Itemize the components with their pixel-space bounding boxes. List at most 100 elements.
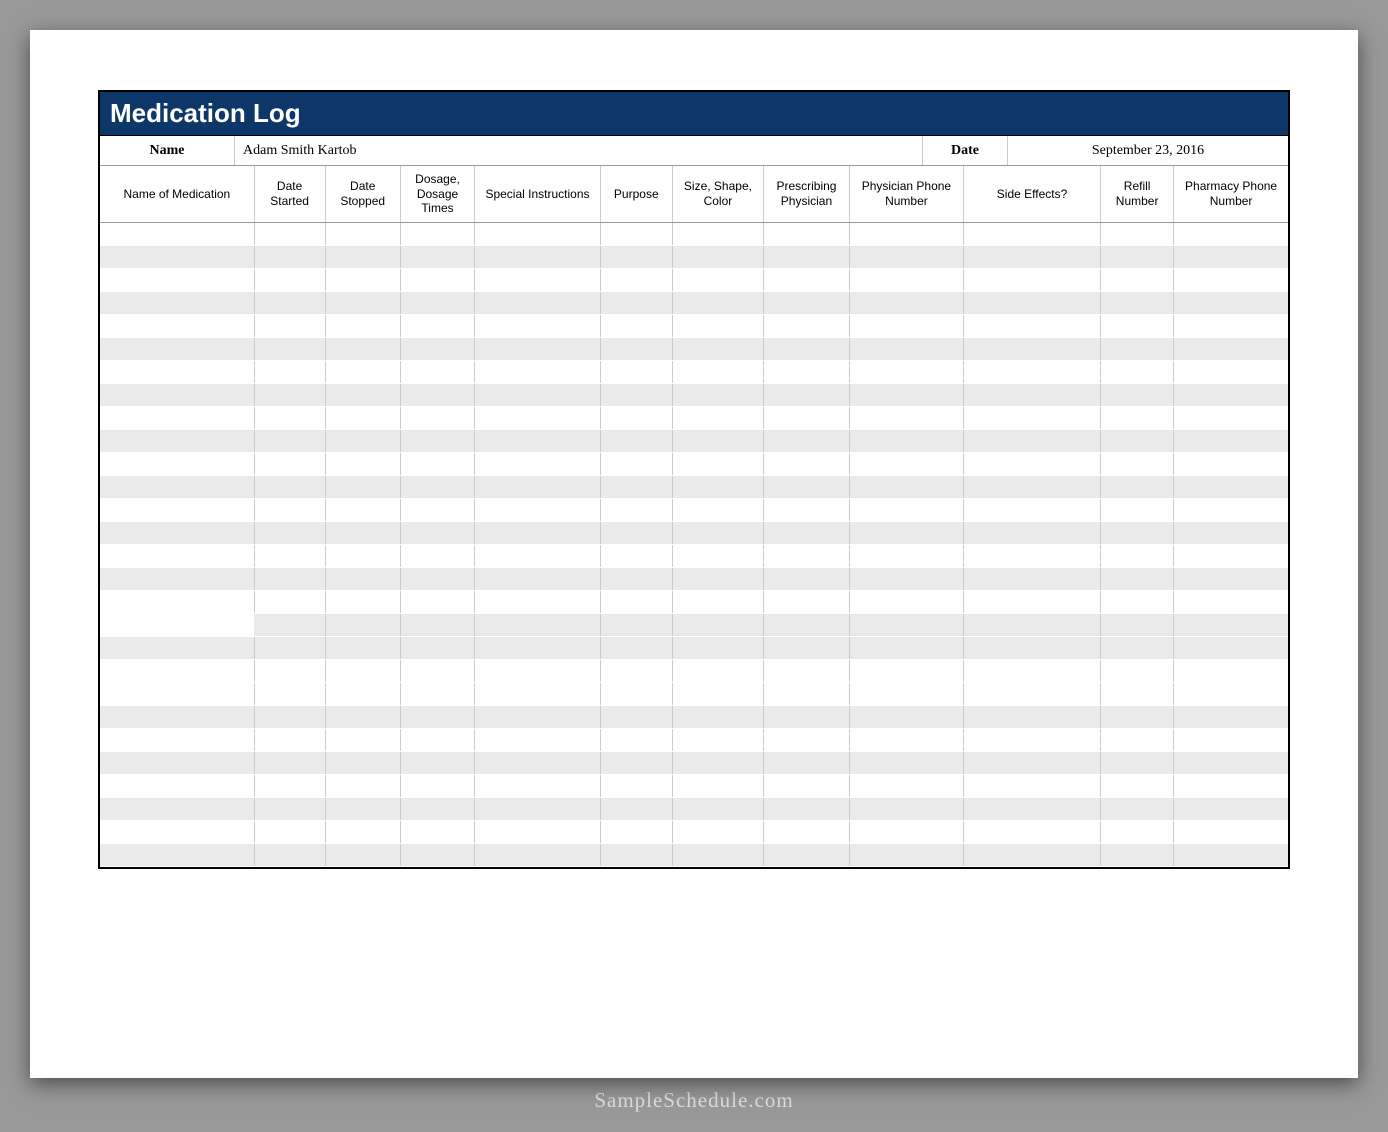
table-cell bbox=[1101, 291, 1174, 314]
table-cell bbox=[400, 452, 474, 475]
table-cell bbox=[475, 222, 601, 245]
table-cell bbox=[849, 613, 963, 636]
table-cell bbox=[1174, 613, 1288, 636]
table-cell bbox=[964, 498, 1101, 521]
table-cell bbox=[600, 498, 672, 521]
table-cell bbox=[1101, 498, 1174, 521]
table-cell bbox=[764, 682, 850, 705]
col-header-size: Size, Shape, Color bbox=[672, 166, 763, 222]
table-cell bbox=[254, 544, 325, 567]
table-cell bbox=[600, 268, 672, 291]
table-cell bbox=[325, 291, 400, 314]
table-row bbox=[100, 268, 1288, 291]
table-cell bbox=[325, 452, 400, 475]
table-cell bbox=[1101, 268, 1174, 291]
table-cell bbox=[672, 636, 763, 659]
table-cell bbox=[964, 406, 1101, 429]
table-cell bbox=[100, 613, 254, 636]
table-cell bbox=[849, 498, 963, 521]
table-cell bbox=[1174, 383, 1288, 406]
table-cell bbox=[964, 728, 1101, 751]
table-cell bbox=[254, 521, 325, 544]
table-row bbox=[100, 360, 1288, 383]
table-cell bbox=[254, 475, 325, 498]
table-cell bbox=[600, 797, 672, 820]
table-cell bbox=[849, 268, 963, 291]
table-cell bbox=[325, 751, 400, 774]
table-cell bbox=[475, 590, 601, 613]
table-cell bbox=[100, 544, 254, 567]
table-cell bbox=[325, 360, 400, 383]
table-cell bbox=[600, 636, 672, 659]
table-cell bbox=[1174, 245, 1288, 268]
table-cell bbox=[475, 820, 601, 843]
table-cell bbox=[1174, 406, 1288, 429]
table-cell bbox=[1101, 797, 1174, 820]
table-cell bbox=[1101, 452, 1174, 475]
table-cell bbox=[764, 659, 850, 682]
table-cell bbox=[764, 475, 850, 498]
table-cell bbox=[325, 590, 400, 613]
table-cell bbox=[672, 682, 763, 705]
table-cell bbox=[100, 406, 254, 429]
table-cell bbox=[400, 682, 474, 705]
table-row bbox=[100, 521, 1288, 544]
table-cell bbox=[100, 337, 254, 360]
table-cell bbox=[400, 728, 474, 751]
table-cell bbox=[764, 429, 850, 452]
table-cell bbox=[964, 774, 1101, 797]
table-cell bbox=[475, 498, 601, 521]
table-cell bbox=[1174, 567, 1288, 590]
table-cell bbox=[100, 797, 254, 820]
table-cell bbox=[764, 406, 850, 429]
table-cell bbox=[1174, 475, 1288, 498]
table-cell bbox=[672, 222, 763, 245]
table-cell bbox=[764, 728, 850, 751]
table-cell bbox=[1101, 521, 1174, 544]
table-cell bbox=[1174, 797, 1288, 820]
table-cell bbox=[672, 521, 763, 544]
table-cell bbox=[400, 636, 474, 659]
table-cell bbox=[849, 360, 963, 383]
table-cell bbox=[672, 590, 763, 613]
table-cell bbox=[600, 452, 672, 475]
table-cell bbox=[475, 245, 601, 268]
table-cell bbox=[254, 751, 325, 774]
table-cell bbox=[672, 843, 763, 866]
table-cell bbox=[1174, 544, 1288, 567]
table-cell bbox=[672, 268, 763, 291]
table-cell bbox=[672, 337, 763, 360]
table-row bbox=[100, 222, 1288, 245]
medication-log-container: Medication Log Name Adam Smith Kartob Da… bbox=[98, 90, 1290, 869]
table-cell bbox=[964, 567, 1101, 590]
table-cell bbox=[100, 314, 254, 337]
table-cell bbox=[849, 682, 963, 705]
table-row bbox=[100, 843, 1288, 866]
table-cell bbox=[964, 705, 1101, 728]
table-cell bbox=[964, 659, 1101, 682]
table-cell bbox=[849, 590, 963, 613]
table-cell bbox=[1174, 429, 1288, 452]
table-cell bbox=[1101, 590, 1174, 613]
table-cell bbox=[254, 682, 325, 705]
table-cell bbox=[764, 452, 850, 475]
table-cell bbox=[100, 820, 254, 843]
table-cell bbox=[100, 360, 254, 383]
table-cell bbox=[400, 475, 474, 498]
table-cell bbox=[100, 705, 254, 728]
table-cell bbox=[475, 406, 601, 429]
table-cell bbox=[475, 567, 601, 590]
table-cell bbox=[325, 774, 400, 797]
table-cell bbox=[1174, 659, 1288, 682]
table-cell bbox=[964, 613, 1101, 636]
table-row bbox=[100, 659, 1288, 682]
table-cell bbox=[400, 291, 474, 314]
table-cell bbox=[964, 521, 1101, 544]
table-cell bbox=[100, 567, 254, 590]
table-cell bbox=[254, 429, 325, 452]
table-cell bbox=[325, 222, 400, 245]
table-row bbox=[100, 774, 1288, 797]
table-cell bbox=[1174, 682, 1288, 705]
table-cell bbox=[325, 521, 400, 544]
table-cell bbox=[254, 222, 325, 245]
